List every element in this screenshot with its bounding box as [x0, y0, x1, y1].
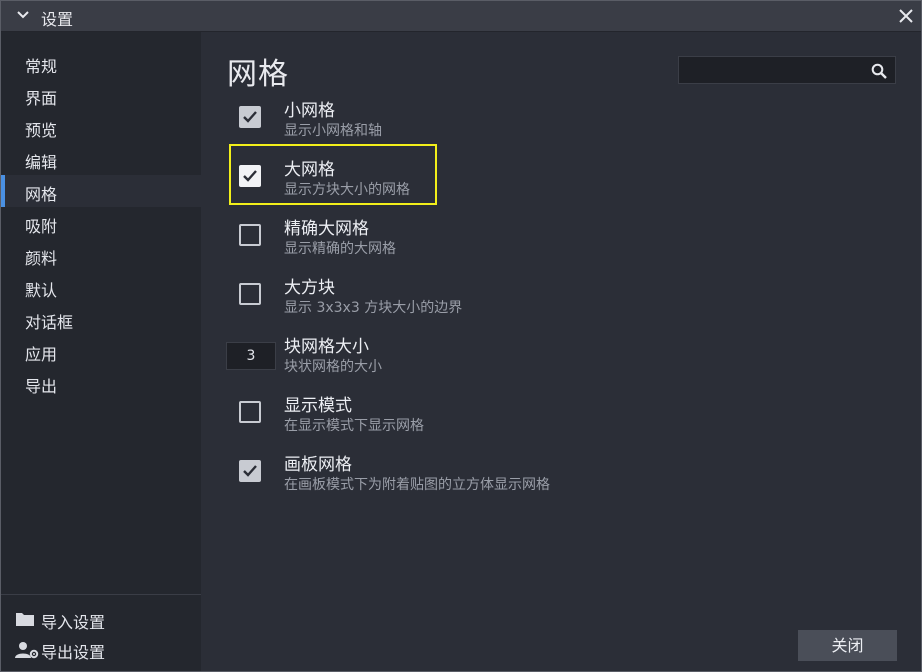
chevron-down-icon[interactable]	[15, 7, 31, 23]
sidebar-divider	[1, 594, 201, 595]
setting-description: 显示精确的大网格	[284, 241, 396, 257]
sidebar-item-label: 常规	[25, 57, 58, 76]
setting-description: 显示 3x3x3 方块大小的边界	[284, 300, 463, 316]
large-grid-checkbox[interactable]	[239, 165, 261, 187]
setting-label: 大网格	[284, 160, 335, 180]
sidebar-item-label: 导出	[25, 377, 58, 396]
setting-description: 显示方块大小的网格	[284, 182, 410, 198]
setting-description: 显示小网格和轴	[284, 123, 382, 139]
sidebar-item-defaults[interactable]: 默认	[1, 271, 201, 303]
sidebar-item-label: 网格	[25, 185, 58, 204]
setting-description: 块状网格的大小	[284, 359, 382, 375]
sidebar-item-snap[interactable]: 吸附	[1, 207, 201, 239]
close-button[interactable]: 关闭	[798, 630, 897, 661]
setting-description: 在显示模式下显示网格	[284, 418, 424, 434]
setting-label: 小网格	[284, 101, 335, 121]
sidebar-item-paint[interactable]: 颜料	[1, 239, 201, 271]
import-settings-label: 导入设置	[41, 613, 106, 632]
sidebar-item-label: 编辑	[25, 153, 58, 172]
sidebar: 常规 界面 预览 编辑 网格 吸附 颜料 默认 对话框 应用 导出 导入设置 导…	[1, 32, 201, 671]
setting-label: 画板网格	[284, 455, 352, 475]
small-grid-checkbox[interactable]	[239, 106, 261, 128]
paint-grid-checkbox[interactable]	[239, 460, 261, 482]
sidebar-item-general[interactable]: 常规	[1, 47, 201, 79]
large-block-checkbox[interactable]	[239, 283, 261, 305]
setting-label: 显示模式	[284, 396, 352, 416]
checkmark-icon	[243, 111, 257, 123]
sidebar-item-label: 对话框	[25, 313, 74, 332]
title-bar: 设置	[1, 1, 921, 32]
sidebar-item-label: 默认	[25, 281, 58, 300]
setting-label: 大方块	[284, 278, 335, 298]
user-settings-icon	[15, 642, 39, 659]
export-settings-label: 导出设置	[41, 643, 106, 662]
page-title: 网格	[227, 57, 289, 92]
sidebar-item-application[interactable]: 应用	[1, 335, 201, 367]
setting-label: 精确大网格	[284, 219, 369, 239]
sidebar-item-label: 界面	[25, 89, 58, 108]
sidebar-item-label: 吸附	[25, 217, 58, 236]
setting-label: 块网格大小	[284, 337, 369, 357]
checkmark-icon	[243, 170, 257, 182]
sidebar-item-edit[interactable]: 编辑	[1, 143, 201, 175]
sidebar-item-dialogs[interactable]: 对话框	[1, 303, 201, 335]
sidebar-item-grid[interactable]: 网格	[1, 175, 201, 207]
settings-window: 设置 常规 界面 预览 编辑 网格 吸附 颜料 默认 对话框 应用 导出 导入设…	[0, 0, 922, 672]
sidebar-item-label: 预览	[25, 121, 58, 140]
search-icon[interactable]	[871, 63, 887, 79]
search-input[interactable]	[678, 56, 896, 84]
sidebar-item-export[interactable]: 导出	[1, 367, 201, 399]
sidebar-item-preview[interactable]: 预览	[1, 111, 201, 143]
window-title: 设置	[41, 10, 74, 29]
sidebar-item-label: 颜料	[25, 249, 58, 268]
display-mode-checkbox[interactable]	[239, 401, 261, 423]
sidebar-item-interface[interactable]: 界面	[1, 79, 201, 111]
folder-icon	[16, 613, 34, 626]
sidebar-item-label: 应用	[25, 345, 58, 364]
close-icon[interactable]	[897, 7, 915, 25]
checkmark-icon	[243, 465, 257, 477]
setting-description: 在画板模式下为附着贴图的立方体显示网格	[284, 477, 550, 493]
block-grid-size-input[interactable]: 3	[226, 342, 276, 370]
precise-large-grid-checkbox[interactable]	[239, 224, 261, 246]
